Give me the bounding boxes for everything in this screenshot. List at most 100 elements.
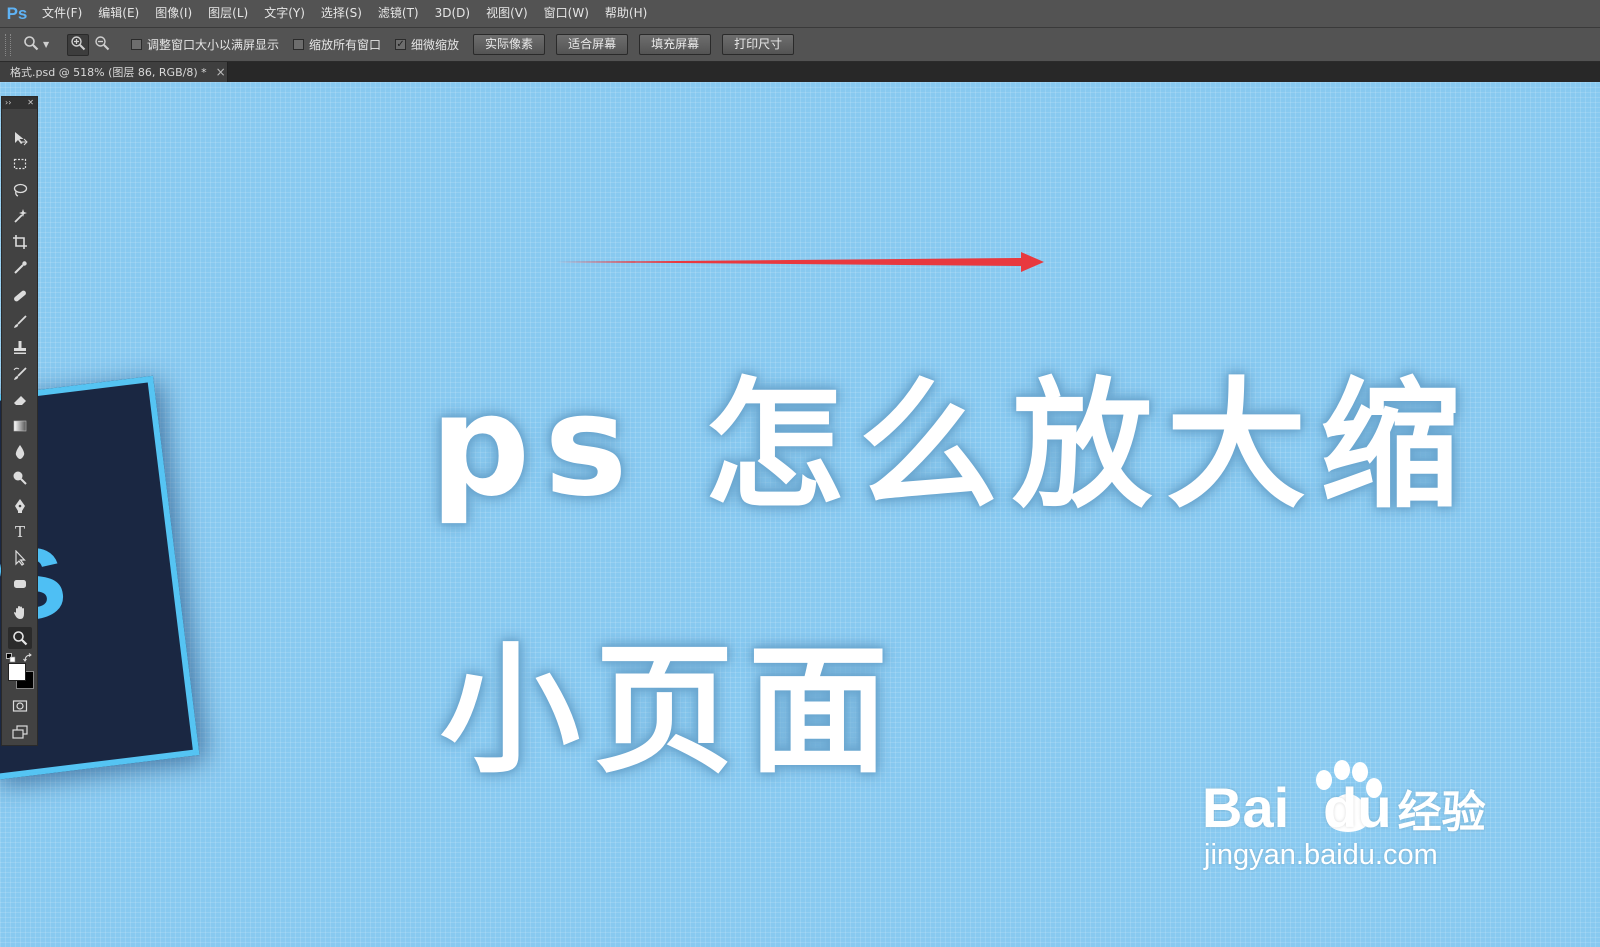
magic-wand-icon [12,208,28,224]
hand-tool[interactable] [8,601,32,623]
canvas-title-line1: ps 怎么放大缩 [430,365,1475,528]
screen-mode-icon [12,724,28,740]
gradient-tool[interactable] [8,415,32,437]
zoom-out-button[interactable] [91,34,113,56]
swap-colors-icon[interactable] [23,648,33,662]
type-icon: T [14,523,25,541]
type-tool[interactable]: T [8,521,32,543]
zoom-out-icon [94,35,110,55]
default-colors-icon[interactable] [6,648,16,663]
marquee-tool[interactable] [8,153,32,175]
scrubby-zoom-checkbox[interactable]: ✓ [395,38,407,50]
checkmark-icon: ✓ [396,38,405,50]
move-icon [12,130,28,146]
path-selection-tool[interactable] [8,547,32,569]
menu-layer[interactable]: 图层(L) [200,0,256,27]
eraser-icon [12,392,28,408]
foreground-color-swatch[interactable] [8,663,26,681]
lasso-tool[interactable] [8,179,32,201]
brush-tool[interactable] [8,311,32,333]
eyedropper-tool[interactable] [8,257,32,279]
quick-mask-icon [12,698,28,714]
crop-icon [12,234,28,250]
marquee-icon [12,156,28,172]
gradient-icon [12,418,28,434]
rounded-rectangle-icon [12,576,28,592]
menu-image[interactable]: 图像(I) [147,0,200,27]
menu-select[interactable]: 选择(S) [313,0,370,27]
move-tool[interactable] [8,127,32,149]
watermark-brand: Bai du 经验 [1202,778,1486,843]
healing-brush-tool[interactable] [8,285,32,307]
tool-preset-picker[interactable]: ▼ [23,35,67,55]
zoom-tool[interactable] [8,627,32,649]
resize-windows-option[interactable]: 调整窗口大小以满屏显示 [131,36,279,53]
pen-tool[interactable] [8,495,32,517]
menu-file[interactable]: 文件(F) [34,0,90,27]
history-brush-icon [12,366,28,382]
clone-stamp-tool[interactable] [8,337,32,359]
watermark-brand-cn: 经验 [1397,787,1486,838]
magic-wand-tool[interactable] [8,205,32,227]
history-brush-tool[interactable] [8,363,32,385]
zoom-all-windows-option[interactable]: 缩放所有窗口 [293,36,381,53]
close-panel-icon[interactable]: ✕ [27,99,34,107]
zoom-all-windows-checkbox[interactable] [293,39,305,50]
options-bar: ▼ 调整窗口大小以满屏显示 缩放所有窗口 ✓ 细微缩放 实际像素 适合屏幕 填充… [0,28,1600,62]
scrubby-zoom-label: 细微缩放 [411,38,460,52]
zoom-icon [23,35,39,55]
dodge-icon [12,470,28,486]
zoom-in-button[interactable] [67,33,89,56]
bandage-icon [12,288,28,304]
fill-screen-button[interactable]: 填充屏幕 [639,34,712,55]
document-tab-bar: 格式.psd @ 518% (图层 86, RGB/8) * × [0,62,1600,82]
eyedropper-icon [12,260,28,276]
path-selection-icon [12,550,28,566]
ps-logo-icon[interactable]: Ps [0,0,34,27]
chevron-down-icon: ▼ [43,40,50,49]
document-canvas[interactable]: s ps 怎么放大缩 小页面 Bai du 经验 jingyan.baidu.c… [0,82,1600,947]
watermark-brand-tail: du [1323,776,1392,839]
lasso-icon [12,182,28,198]
dodge-tool[interactable] [8,467,32,489]
blur-tool[interactable] [8,441,32,463]
menu-window[interactable]: 窗口(W) [536,0,597,27]
eraser-tool[interactable] [8,389,32,411]
print-size-button[interactable]: 打印尺寸 [722,34,795,55]
scrubby-zoom-option[interactable]: ✓ 细微缩放 [395,36,459,53]
document-tab-title: 格式.psd @ 518% (图层 86, RGB/8) * [10,66,207,79]
resize-windows-checkbox[interactable] [131,39,142,50]
menu-view[interactable]: 视图(V) [478,0,536,27]
crop-tool[interactable] [8,231,32,253]
brush-icon [12,314,28,330]
close-icon[interactable]: × [216,65,226,79]
shape-tool[interactable] [8,573,32,595]
zoom-tool-icon [12,630,28,646]
tools-panel-header[interactable]: ›› ✕ [2,97,37,109]
fit-screen-button[interactable]: 适合屏幕 [556,34,629,55]
watermark-url: jingyan.baidu.com [1204,839,1438,871]
pen-icon [12,498,28,514]
menu-edit[interactable]: 编辑(E) [90,0,147,27]
quick-mask-button[interactable] [8,695,32,717]
expand-panel-icon[interactable]: ›› [5,99,11,107]
red-arrow [556,252,1044,272]
options-bar-grip[interactable] [5,33,11,56]
zoom-in-icon [70,35,86,55]
water-drop-icon [12,444,28,460]
document-tab[interactable]: 格式.psd @ 518% (图层 86, RGB/8) * × [0,62,228,82]
screen-mode-button[interactable] [8,721,32,743]
stamp-icon [12,340,28,356]
menu-help[interactable]: 帮助(H) [597,0,655,27]
zoom-all-windows-label: 缩放所有窗口 [309,38,382,52]
menu-3d[interactable]: 3D(D) [427,0,478,27]
menu-filter[interactable]: 滤镜(T) [370,0,427,27]
hand-icon [12,604,28,620]
menu-type[interactable]: 文字(Y) [256,0,313,27]
actual-pixels-button[interactable]: 实际像素 [473,34,546,55]
menu-bar: Ps 文件(F) 编辑(E) 图像(I) 图层(L) 文字(Y) 选择(S) 滤… [0,0,1600,28]
resize-windows-label: 调整窗口大小以满屏显示 [147,38,280,52]
baidu-jingyan-watermark: Bai du 经验 jingyan.baidu.com [1202,760,1502,895]
watermark-brand-text: Bai [1202,776,1290,839]
canvas-title-line2: 小页面 [440,630,903,793]
